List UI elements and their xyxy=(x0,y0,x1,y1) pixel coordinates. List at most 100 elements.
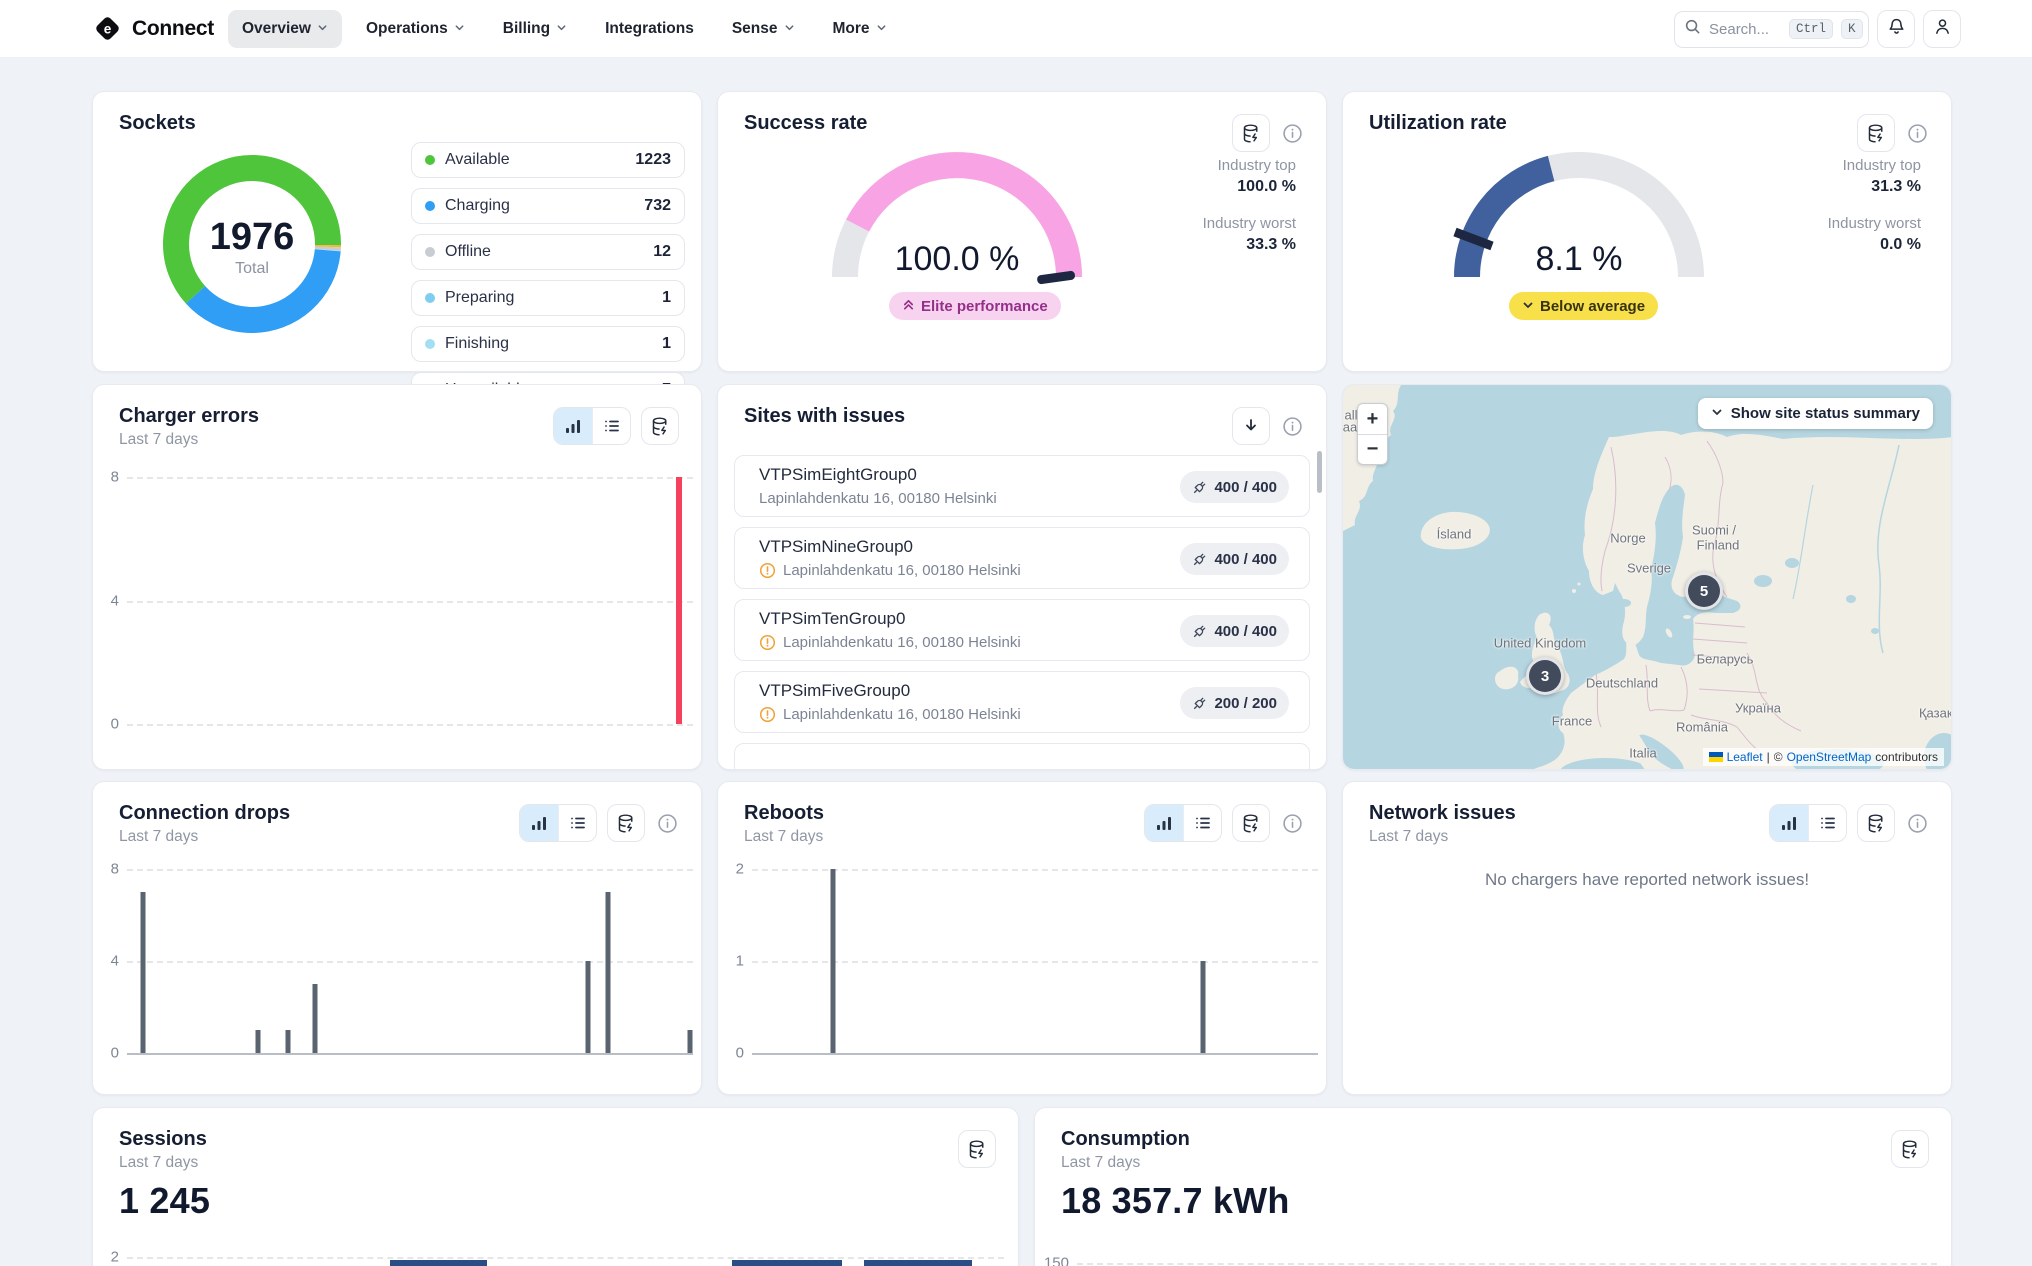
list-view-button[interactable] xyxy=(1183,805,1221,841)
search-input[interactable] xyxy=(1709,21,1781,38)
connection-drops-card: Connection drops Last 7 days 8 4 0 xyxy=(92,781,702,1095)
profile-button[interactable] xyxy=(1923,10,1961,48)
nav-item-billing[interactable]: Billing xyxy=(489,10,581,48)
info-icon[interactable] xyxy=(1905,121,1929,145)
cluster-marker[interactable]: 5 xyxy=(1685,572,1723,610)
zoom-in-button[interactable]: + xyxy=(1358,404,1387,434)
site-row[interactable]: VTPSimNineGroup0Lapinlahdenkatu 16, 0018… xyxy=(734,527,1310,589)
charger-errors-chart xyxy=(127,477,693,724)
legend-dot xyxy=(425,155,435,165)
sockets-total-label: Total xyxy=(152,260,352,278)
data-source-button[interactable] xyxy=(1857,804,1895,842)
site-name: VTPSimFiveGroup0 xyxy=(759,681,910,701)
nav-item-operations[interactable]: Operations xyxy=(352,10,479,48)
nav-right: Ctrl K xyxy=(1674,10,1961,48)
site-status-summary-button[interactable]: Show site status summary xyxy=(1698,398,1933,429)
industry-top-value: 31.3 % xyxy=(1828,176,1921,197)
legend-row-charging: Charging732 xyxy=(411,188,685,224)
info-icon[interactable] xyxy=(1905,811,1929,835)
sessions-bar xyxy=(390,1260,486,1266)
site-name: VTPSimNineGroup0 xyxy=(759,537,913,557)
copyright-symbol: © xyxy=(1774,750,1783,764)
socket-count: 400 / 400 xyxy=(1214,479,1277,496)
data-source-button[interactable] xyxy=(1232,804,1270,842)
gridline xyxy=(127,1257,1004,1259)
map-label: aa xyxy=(1343,420,1357,435)
network-issues-card: Network issues Last 7 days No chargers h… xyxy=(1342,781,1952,1095)
chevron-down-icon xyxy=(876,20,887,38)
card-title: Reboots xyxy=(744,802,824,825)
map-label: Finland xyxy=(1697,538,1740,553)
legend-dot xyxy=(425,247,435,257)
kbd-ctrl: Ctrl xyxy=(1789,19,1833,39)
site-address: Lapinlahdenkatu 16, 00180 Helsinki xyxy=(759,706,1021,723)
data-source-button[interactable] xyxy=(607,804,645,842)
chevron-down-icon xyxy=(317,20,328,38)
bar-chart-view-button[interactable] xyxy=(554,408,592,444)
notifications-button[interactable] xyxy=(1877,10,1915,48)
legend-value: 1 xyxy=(662,335,671,353)
map-zoom-control: + − xyxy=(1357,403,1388,465)
map-label: România xyxy=(1676,720,1728,735)
search-input-wrap[interactable]: Ctrl K xyxy=(1674,11,1869,48)
data-source-button[interactable] xyxy=(1891,1130,1929,1168)
info-icon[interactable] xyxy=(1280,121,1304,145)
card-title: Connection drops xyxy=(119,802,290,825)
data-source-button[interactable] xyxy=(1232,114,1270,152)
site-address-text: Lapinlahdenkatu 16, 00180 Helsinki xyxy=(783,706,1021,723)
industry-benchmarks: Industry top 100.0 % Industry worst 33.3… xyxy=(1203,156,1296,255)
consumption-value: 18 357.7 kWh xyxy=(1061,1180,1290,1222)
nav-item-overview[interactable]: Overview xyxy=(228,10,342,48)
brand-name: Connect xyxy=(132,17,214,41)
connection-drops-chart xyxy=(127,869,693,1053)
y-tick: 150 xyxy=(1035,1255,1069,1266)
info-icon[interactable] xyxy=(1280,811,1304,835)
card-title: Network issues xyxy=(1369,802,1516,825)
socket-count-badge: 200 / 200 xyxy=(1180,687,1289,719)
info-icon[interactable] xyxy=(655,811,679,835)
y-tick: 0 xyxy=(93,716,119,733)
site-row[interactable]: VTPSimTenGroup0Lapinlahdenkatu 16, 00180… xyxy=(734,599,1310,661)
kbd-k: K xyxy=(1841,19,1863,39)
nav-item-more[interactable]: More xyxy=(819,10,901,48)
plug-icon xyxy=(1192,480,1207,495)
bar-chart-view-button[interactable] xyxy=(520,805,558,841)
sessions-bar xyxy=(864,1260,972,1266)
data-source-button[interactable] xyxy=(958,1130,996,1168)
socket-count-badge: 400 / 400 xyxy=(1180,471,1289,503)
connection_drops-bar xyxy=(313,984,318,1053)
list-view-button[interactable] xyxy=(1808,805,1846,841)
bar-chart-view-button[interactable] xyxy=(1770,805,1808,841)
chevron-down-icon xyxy=(1522,298,1534,315)
list-view-button[interactable] xyxy=(558,805,596,841)
sites-map-card: ÍslandNorgeSuomi /FinlandSverigeUnited K… xyxy=(1342,384,1952,770)
bar-chart-view-button[interactable] xyxy=(1145,805,1183,841)
socket-count: 200 / 200 xyxy=(1214,695,1277,712)
data-source-button[interactable] xyxy=(1857,114,1895,152)
industry-top-value: 100.0 % xyxy=(1203,176,1296,197)
sites-with-issues-card: Sites with issues VTPSimEightGroup0Lapin… xyxy=(717,384,1327,770)
nav-item-sense[interactable]: Sense xyxy=(718,10,809,48)
cluster-marker[interactable]: 3 xyxy=(1526,657,1564,695)
site-row[interactable]: VTPSimFiveGroup0 Lapinlahdenkatu 16, 0018… xyxy=(734,671,1310,733)
site-row-partial xyxy=(734,743,1310,770)
badge-label: Elite performance xyxy=(921,298,1048,315)
chevron-down-icon xyxy=(556,20,567,38)
scrollbar-thumb[interactable] xyxy=(1317,451,1322,493)
y-tick: 8 xyxy=(93,861,119,878)
socket-count-badge: 400 / 400 xyxy=(1180,615,1289,647)
leaflet-link[interactable]: Leaflet xyxy=(1727,750,1763,764)
site-address-text: Lapinlahdenkatu 16, 00180 Helsinki xyxy=(783,634,1021,651)
nav-item-integrations[interactable]: Integrations xyxy=(591,10,708,48)
cluster-count: 3 xyxy=(1541,668,1549,685)
chevron-down-icon xyxy=(1711,405,1723,422)
zoom-out-button[interactable]: − xyxy=(1358,434,1387,464)
cluster-count: 5 xyxy=(1700,583,1708,600)
data-source-button[interactable] xyxy=(641,407,679,445)
europe-map xyxy=(1343,385,1952,770)
site-row[interactable]: VTPSimEightGroup0Lapinlahdenkatu 16, 001… xyxy=(734,455,1310,517)
brand-logo[interactable]: e Connect xyxy=(92,13,214,44)
map-label: Україна xyxy=(1735,701,1781,716)
openstreetmap-link[interactable]: OpenStreetMap xyxy=(1787,750,1872,764)
list-view-button[interactable] xyxy=(592,408,630,444)
